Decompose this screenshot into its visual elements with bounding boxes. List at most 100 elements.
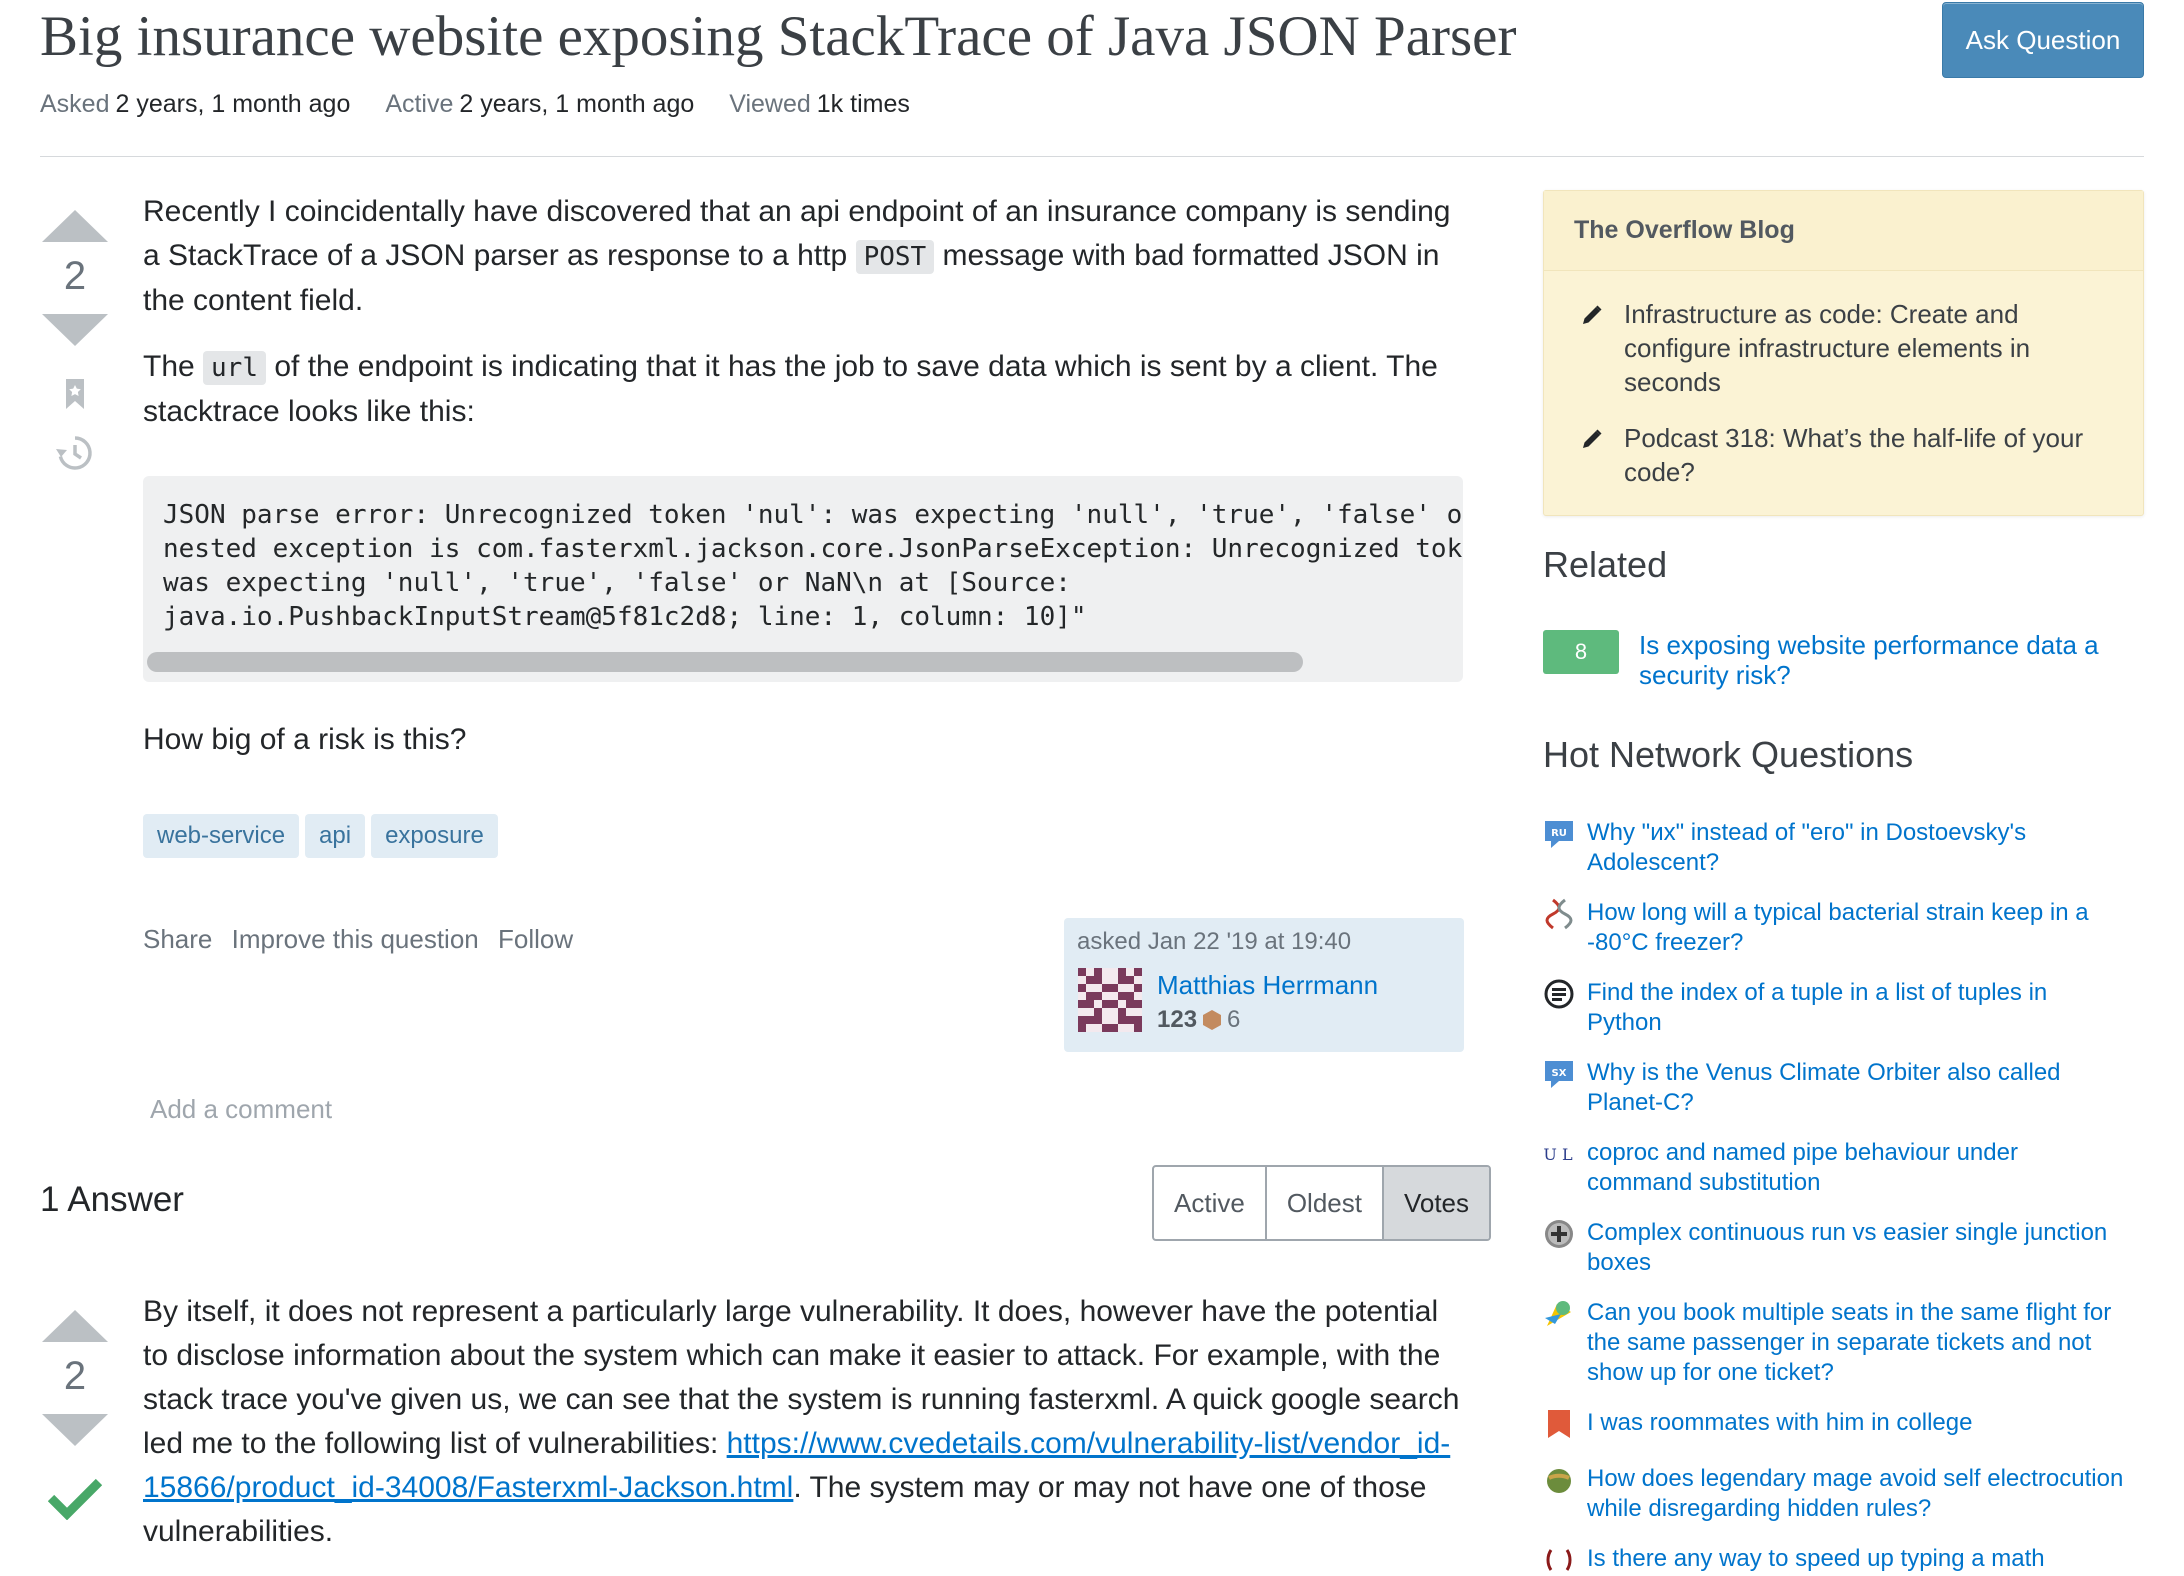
hot-question-item[interactable]: How does legendary mage avoid self elect…	[1543, 1464, 2143, 1524]
hot-network-questions-heading: Hot Network Questions	[1543, 734, 1914, 775]
bronze-badge-icon	[1203, 1010, 1222, 1030]
answer-vote-cell: 2	[40, 1310, 110, 1525]
hot-question-link[interactable]: Complex continuous run vs easier single …	[1587, 1218, 2127, 1278]
code-horizontal-scrollbar[interactable]	[147, 652, 1303, 672]
accepted-check-icon	[47, 1476, 103, 1525]
svg-text:SX: SX	[1552, 1068, 1567, 1079]
hot-question-item[interactable]: SX Why is the Venus Climate Orbiter also…	[1543, 1058, 2143, 1118]
unix-site-icon: U L	[1543, 1145, 1573, 1164]
question-owner-card: asked Jan 22 '19 at 19:40 Matthias Herrm…	[1064, 918, 1464, 1052]
share-link[interactable]: Share	[143, 924, 212, 954]
hot-question-link[interactable]: How long will a typical bacterial strain…	[1587, 898, 2127, 958]
hot-question-link[interactable]: Find the index of a tuple in a list of t…	[1587, 978, 2127, 1038]
hot-question-item[interactable]: Is there any way to speed up typing a ma…	[1543, 1544, 2143, 1576]
interpersonal-site-icon	[1548, 1410, 1570, 1438]
hot-question-link[interactable]: Can you book multiple seats in the same …	[1587, 1298, 2127, 1388]
bronze-badge-count: 6	[1227, 1006, 1241, 1033]
improve-question-link[interactable]: Improve this question	[232, 924, 479, 954]
question-tags: web-service api exposure	[143, 814, 498, 858]
answer-upvote-button[interactable]	[42, 1310, 108, 1342]
avatar[interactable]	[1078, 968, 1142, 1032]
blog-widget-title: The Overflow Blog	[1544, 191, 2143, 271]
question-meta: Asked 2 years, 1 month ago Active 2 years,…	[40, 90, 938, 119]
answers-count-heading: 1 Answer	[40, 1180, 184, 1219]
question-paragraph-3: How big of a risk is this?	[143, 723, 467, 756]
downvote-button[interactable]	[42, 314, 108, 346]
hot-question-link[interactable]: Why "их" instead of "его" in Dostoevsky'…	[1587, 818, 2127, 878]
question-post-menu: Share Improve this question Follow	[143, 924, 585, 955]
ask-question-button[interactable]: Ask Question	[1942, 2, 2144, 78]
answer-vote-count: 2	[63, 1354, 87, 1398]
question-title[interactable]: Big insurance website exposing StackTrac…	[40, 4, 1516, 69]
hot-question-item[interactable]: Complex continuous run vs easier single …	[1543, 1218, 2143, 1278]
hot-question-item[interactable]: I was roommates with him in college	[1543, 1408, 2143, 1440]
tag-web-service[interactable]: web-service	[143, 814, 300, 858]
asked-meta: Asked 2 years, 1 month ago	[40, 90, 357, 118]
worldbuilding-site-icon	[1547, 1469, 1571, 1493]
asked-value[interactable]: 2 years, 1 month ago	[115, 90, 350, 118]
inline-code-post: POST	[855, 240, 935, 274]
sort-tab-votes[interactable]: Votes	[1383, 1167, 1490, 1239]
bookmark-icon[interactable]	[64, 378, 86, 415]
stackoverflow-site-icon	[1544, 979, 1574, 1009]
svg-text:RU: RU	[1551, 828, 1567, 839]
hot-question-link[interactable]: Is there any way to speed up typing a ma…	[1587, 1544, 2127, 1576]
svg-text:U L: U L	[1543, 1145, 1573, 1164]
asked-label: Asked	[40, 90, 110, 118]
tex-site-icon	[1546, 1549, 1572, 1571]
answer-paragraph: By itself, it does not represent a parti…	[143, 1290, 1463, 1554]
answer-downvote-button[interactable]	[42, 1414, 108, 1446]
header-divider	[40, 156, 2144, 157]
viewed-value: 1k times	[816, 90, 910, 118]
question-paragraph-2: The url of the endpoint is indicating th…	[143, 345, 1463, 434]
hot-question-item[interactable]: How long will a typical bacterial strain…	[1543, 898, 2143, 958]
pencil-icon	[1583, 305, 1602, 324]
answer-body: By itself, it does not represent a parti…	[143, 1290, 1463, 1554]
russian-site-icon: RU	[1545, 821, 1573, 848]
hot-question-link[interactable]: I was roommates with him in college	[1587, 1408, 2127, 1440]
inline-code-url: url	[203, 351, 266, 385]
blog-item[interactable]: Podcast 318: What’s the half-life of you…	[1580, 421, 2100, 489]
biology-site-icon	[1545, 898, 1573, 930]
active-value[interactable]: 2 years, 1 month ago	[459, 90, 694, 118]
active-label: Active	[385, 90, 454, 118]
stacktrace-code: JSON parse error: Unrecognized token 'nu…	[163, 500, 1463, 632]
travel-site-icon	[1545, 1301, 1571, 1326]
hot-question-item[interactable]: U L coproc and named pipe behaviour unde…	[1543, 1138, 2143, 1198]
vote-count: 2	[63, 254, 87, 298]
stacktrace-code-block[interactable]: JSON parse error: Unrecognized token 'nu…	[143, 476, 1463, 682]
question-text: of the endpoint is indicating that it ha…	[143, 350, 1438, 428]
blog-item[interactable]: Infrastructure as code: Create and confi…	[1580, 297, 2100, 399]
upvote-button[interactable]	[42, 210, 108, 242]
overflow-blog-widget: The Overflow Blog Infrastructure as code…	[1543, 190, 2144, 516]
related-question-link[interactable]: Is exposing website performance data a s…	[1639, 630, 2139, 690]
hot-question-link[interactable]: Why is the Venus Climate Orbiter also ca…	[1587, 1058, 2127, 1118]
question-vote-cell: 2	[40, 210, 110, 476]
hot-question-item[interactable]: RU Why "их" instead of "его" in Dostoevs…	[1543, 818, 2143, 878]
follow-link[interactable]: Follow	[498, 924, 573, 954]
related-score-badge[interactable]: 8	[1543, 630, 1619, 674]
question-paragraph-1: Recently I coincidentally have discovere…	[143, 190, 1463, 323]
hot-question-link[interactable]: How does legendary mage avoid self elect…	[1587, 1464, 2127, 1524]
sort-tab-active[interactable]: Active	[1154, 1167, 1267, 1239]
blog-item-title[interactable]: Podcast 318: What’s the half-life of you…	[1624, 421, 2100, 489]
tag-exposure[interactable]: exposure	[371, 814, 498, 858]
hot-question-link[interactable]: coproc and named pipe behaviour under co…	[1587, 1138, 2127, 1198]
asked-timestamp[interactable]: asked Jan 22 '19 at 19:40	[1077, 928, 1451, 956]
blog-item-title[interactable]: Infrastructure as code: Create and confi…	[1624, 297, 2100, 399]
answer-sort-tabs: Active Oldest Votes	[1152, 1165, 1492, 1241]
owner-name-link[interactable]: Matthias Herrmann	[1157, 970, 1378, 1001]
add-comment-link[interactable]: Add a comment	[150, 1094, 332, 1125]
tag-api[interactable]: api	[305, 814, 366, 858]
history-icon[interactable]	[55, 435, 95, 476]
space-site-icon: SX	[1545, 1061, 1573, 1088]
hot-question-item[interactable]: Find the index of a tuple in a list of t…	[1543, 978, 2143, 1038]
pencil-icon	[1583, 429, 1602, 448]
electronics-site-icon	[1545, 1220, 1573, 1248]
viewed-meta: Viewed 1k times	[729, 90, 910, 118]
active-meta: Active 2 years, 1 month ago	[385, 90, 701, 118]
sort-tab-oldest[interactable]: Oldest	[1267, 1167, 1384, 1239]
question-text: The	[143, 350, 204, 383]
related-heading: Related	[1543, 544, 1668, 585]
hot-question-item[interactable]: Can you book multiple seats in the same …	[1543, 1298, 2143, 1388]
